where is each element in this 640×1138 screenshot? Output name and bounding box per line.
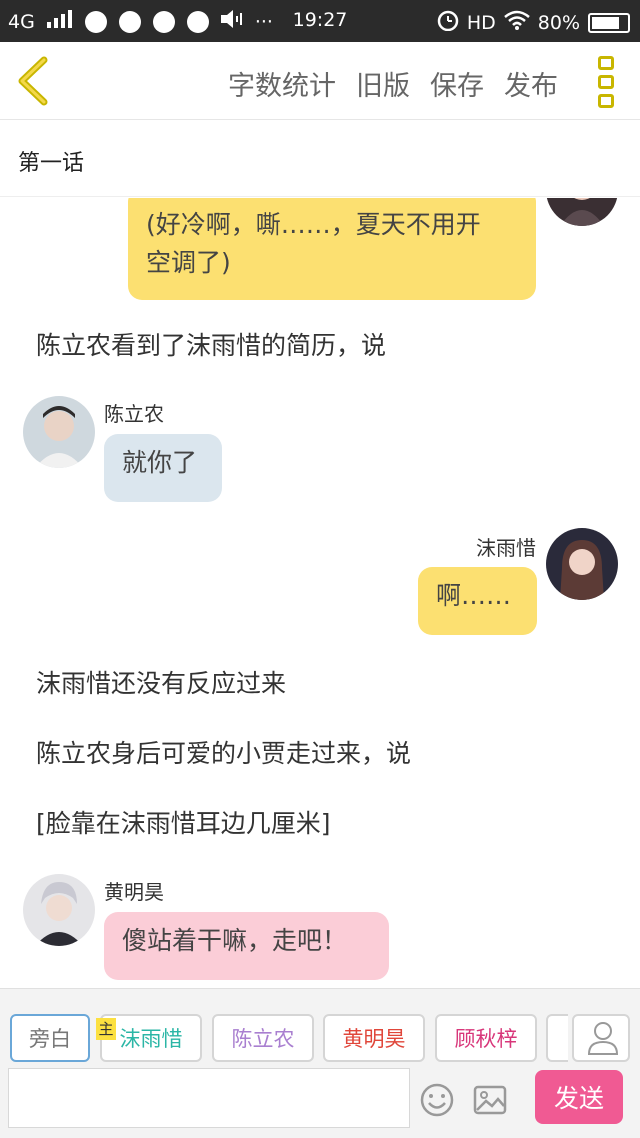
menu-dot-icon [598,75,614,89]
message-text: (好冷啊，嘶……，夏天不用开 [146,210,481,239]
more-menu-button[interactable] [598,56,618,108]
send-label: 发送 [553,1084,604,1113]
chapter-title: 第一话 [18,151,85,176]
save-button[interactable]: 保存 [430,64,484,103]
nav-bar: 字数统计 旧版 保存 发布 [0,42,640,120]
manage-roles-button[interactable] [572,1014,630,1062]
role-chip-label: 顾秋梓 [454,1027,518,1051]
input-toolbar: 旁白 沫雨惜 主 陈立农 黄明昊 顾秋梓 发送 [0,988,640,1138]
chapter-header[interactable]: 第一话 [0,121,640,197]
chat-area[interactable]: (好冷啊，嘶……，夏天不用开 空调了) 陈立农看到了沫雨惜的简历，说 陈立农 就… [0,198,640,988]
send-button[interactable]: 发送 [535,1070,623,1124]
message-bubble-mo-yuxi[interactable]: 啊…… [418,567,537,635]
main-character-badge: 主 [96,1018,116,1040]
role-chip-gu-qiuzi[interactable]: 顾秋梓 [435,1014,537,1062]
narration-text[interactable]: 沫雨惜还没有反应过来 [36,664,286,700]
message-bubble-huang-minghao[interactable]: 傻站着干嘛，走吧！ [104,912,389,980]
menu-dot-icon [598,56,614,70]
battery-icon [588,12,630,33]
role-chip-label: 沫雨惜 [119,1027,183,1051]
message-bubble-mo-yuxi[interactable]: (好冷啊，嘶……，夏天不用开 空调了) [128,198,536,300]
role-chip-chen-linong[interactable]: 陈立农 [212,1014,314,1062]
role-chip-narrator[interactable]: 旁白 [10,1014,90,1062]
message-bubble-chen-linong[interactable]: 就你了 [104,434,222,502]
word-count-button[interactable]: 字数统计 [228,64,336,103]
image-icon [473,1085,507,1115]
message-text: 傻站着干嘛，走吧！ [122,926,348,955]
alarm-icon [437,9,459,36]
image-button[interactable] [472,1082,508,1118]
emoji-button[interactable] [419,1082,455,1118]
user-icon [587,1022,619,1055]
avatar-mo-yuxi[interactable] [546,528,618,600]
wifi-icon [503,10,530,35]
narration-text[interactable]: [脸靠在沫雨惜耳边几厘米] [36,804,331,840]
narration-text[interactable]: 陈立农看到了沫雨惜的简历，说 [36,326,386,362]
message-text: 啊…… [436,581,512,610]
message-text: 就你了 [122,448,198,477]
narration-text[interactable]: 陈立农身后可爱的小贾走过来，说 [36,734,411,770]
publish-button[interactable]: 发布 [504,64,558,103]
role-chip-huang-minghao[interactable]: 黄明昊 [323,1014,425,1062]
speaker-name: 沫雨惜 [476,536,536,560]
hd-indicator: HD [466,11,496,34]
role-chip-partial[interactable] [546,1014,568,1062]
chevron-left-icon [18,56,48,106]
message-text: 空调了) [146,248,231,277]
status-bar: 4G ··· 19:27 HD 80% [0,0,640,42]
avatar-mo-yuxi[interactable] [546,198,618,226]
back-button[interactable] [14,56,54,106]
nav-actions: 字数统计 旧版 保存 发布 [228,64,558,103]
role-chip-label: 陈立农 [231,1027,295,1051]
role-chip-label: 旁白 [29,1027,71,1051]
smiley-icon [420,1083,454,1117]
message-input[interactable] [8,1068,410,1128]
role-chip-label: 黄明昊 [342,1027,406,1051]
menu-dot-icon [598,94,614,108]
battery-percent: 80% [537,11,580,34]
old-version-button[interactable]: 旧版 [356,64,410,103]
avatar-huang-minghao[interactable] [23,874,95,946]
speaker-name: 黄明昊 [104,880,164,904]
avatar-chen-linong[interactable] [23,396,95,468]
speaker-name: 陈立农 [104,402,164,426]
